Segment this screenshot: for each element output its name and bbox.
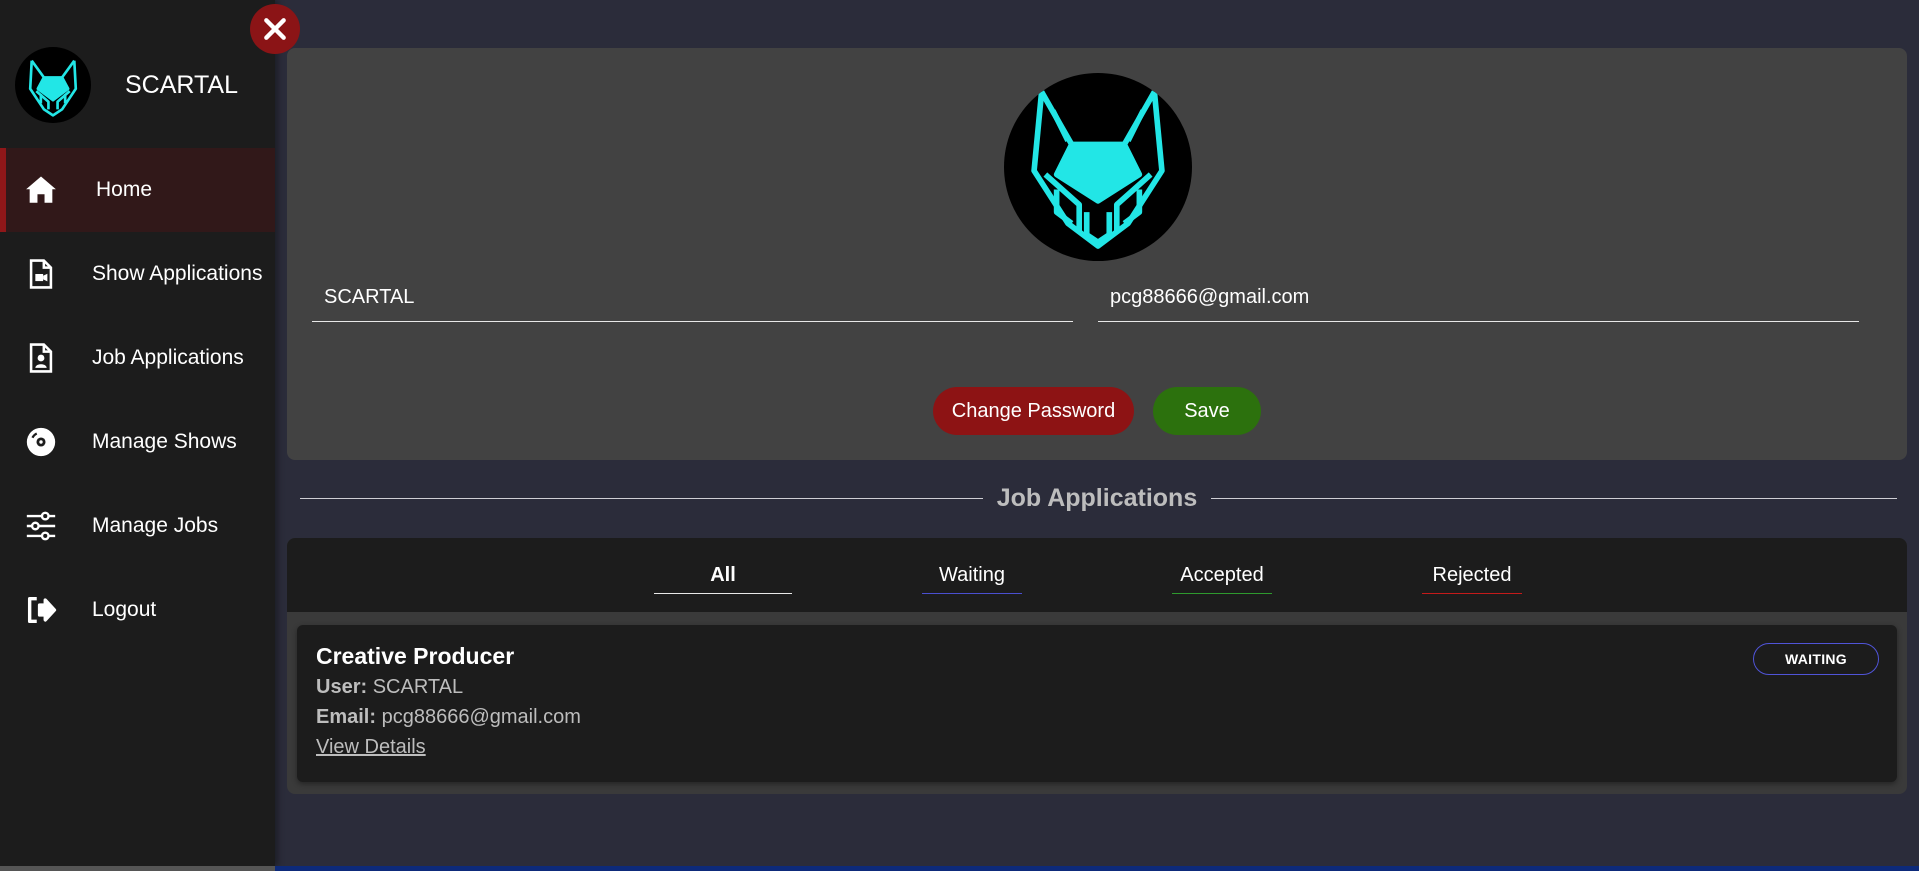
email-value: pcg88666@gmail.com [381,706,581,728]
username-input[interactable] [312,274,1073,321]
tab-all[interactable]: All [654,562,792,594]
section-title: Job Applications [996,484,1198,512]
status-badge: WAITING [1753,643,1879,675]
sidebar-item-label: Home [96,178,153,201]
sidebar-item-home[interactable]: Home [0,148,275,232]
brand-name: SCARTAL [125,71,239,99]
user-value: SCARTAL [372,676,464,698]
home-icon [24,173,58,207]
wolf-logo-icon [28,59,78,117]
bottom-strip-left [0,866,275,871]
sidebar-item-job-applications[interactable]: Job Applications [0,316,275,400]
close-icon [264,18,286,40]
email-label: Email: [316,706,377,728]
wolf-logo-icon [1031,90,1165,249]
sidebar-item-label: Show Applications [92,262,263,285]
save-button[interactable]: Save [1153,387,1261,435]
job-applications-divider: Job Applications [300,484,1897,514]
user-label: User: [316,676,368,698]
tab-accepted[interactable]: Accepted [1172,562,1272,594]
avatar[interactable] [1004,73,1192,261]
tab-rejected[interactable]: Rejected [1422,562,1522,594]
bottom-strip [0,866,1919,871]
email-input[interactable] [1098,274,1859,321]
view-details-link[interactable]: View Details [316,736,426,759]
sidebar-item-manage-jobs[interactable]: Manage Jobs [0,484,275,568]
filter-tabs: All Waiting Accepted Rejected [287,538,1907,612]
file-user-icon [24,341,58,375]
application-user: User: SCARTAL [316,676,463,699]
sidebar: SCARTAL Home Show Applications Job Appli… [0,0,275,866]
profile-card: Change Password Save [287,48,1907,460]
close-sidebar-button[interactable] [250,4,300,54]
brand-logo [15,47,91,123]
file-video-icon [24,257,58,291]
sidebar-item-logout[interactable]: Logout [0,568,275,652]
divider-line-right [1211,498,1897,499]
tab-waiting[interactable]: Waiting [922,562,1022,594]
logout-icon [24,593,58,627]
job-applications-panel: All Waiting Accepted Rejected Creative P… [287,538,1907,794]
email-field[interactable] [1098,274,1859,322]
disc-icon [24,425,58,459]
sidebar-item-label: Manage Jobs [92,514,219,537]
application-card: Creative Producer User: SCARTAL Email: p… [297,625,1897,782]
sidebar-item-manage-shows[interactable]: Manage Shows [0,400,275,484]
application-title: Creative Producer [316,643,515,669]
sidebar-item-label: Logout [92,598,157,621]
change-password-button[interactable]: Change Password [933,387,1134,435]
sidebar-nav: Home Show Applications Job Applications … [0,148,275,652]
divider-line-left [300,498,983,499]
brand: SCARTAL [15,47,275,123]
application-email: Email: pcg88666@gmail.com [316,706,581,729]
sliders-icon [24,509,58,543]
sidebar-item-show-applications[interactable]: Show Applications [0,232,275,316]
sidebar-item-label: Manage Shows [92,430,237,453]
sidebar-item-label: Job Applications [92,346,244,369]
username-field[interactable] [312,274,1073,322]
